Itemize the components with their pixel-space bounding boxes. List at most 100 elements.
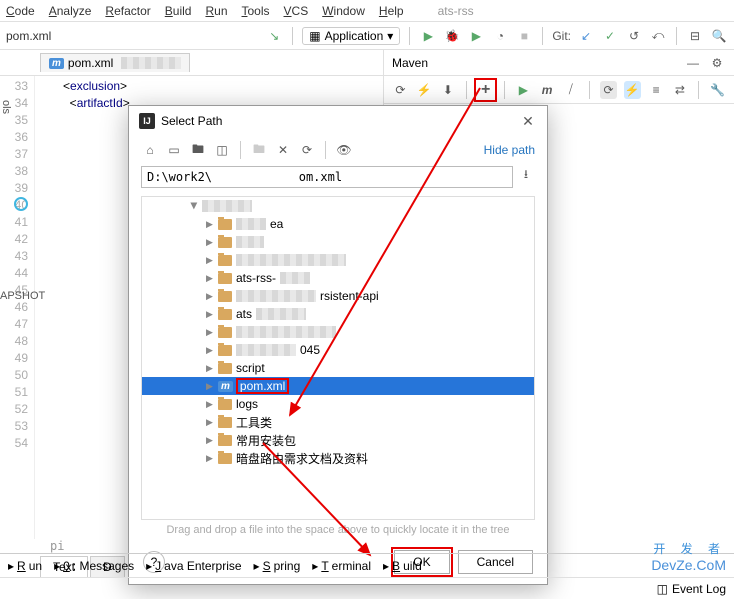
tree-row[interactable]: ▶ea [142,215,534,233]
tree-row[interactable]: ▶ [142,251,534,269]
folder-icon [218,345,232,356]
select-path-dialog: IJ Select Path ✕ ⌂ ▭ 🖿 ◫ 🖿 ✕ ⟳ 👁 Hide pa… [128,105,548,585]
maven-toolbar: ⟳ ⚡ ⬇ + ▶ m ⧸ ⟳ ⚡ ≡ ⇄ 🔧 [384,76,734,104]
tree-row[interactable]: ▶rsistent-api [142,287,534,305]
menu-run[interactable]: Run [205,4,227,18]
history-dropdown-icon[interactable]: ⭳ [517,166,535,184]
tree-row[interactable]: ▶常用安装包 [142,431,534,449]
cycle-icon[interactable]: ⟳ [600,81,617,99]
tree-row[interactable]: ▶045 [142,341,534,359]
file-tree[interactable]: ▶▶ea▶▶▶ats-rss-▶rsistent-api▶ats▶▶045▶sc… [141,196,535,520]
pixelated-region [236,254,346,266]
tree-label: script [236,361,265,375]
folder-icon [218,327,232,338]
bottom-tab-java-enterprise[interactable]: ▸Java Enterprise [146,559,241,573]
collapse-icon[interactable]: ≡ [648,81,665,99]
file-tab-label: pom.xml [68,56,113,70]
debug-icon[interactable]: 🐞 [443,27,461,45]
dialog-title: Select Path [161,114,222,128]
m-icon[interactable]: m [539,81,556,99]
tree-label: 工具类 [236,414,272,431]
generate-icon[interactable]: ⚡ [416,81,433,99]
tree-row[interactable]: ▶工具类 [142,413,534,431]
run-maven-icon[interactable]: ▶ [515,81,532,99]
bottom-tab-terminal[interactable]: ▸Terminal [312,559,371,573]
coverage-icon[interactable]: ▶ [467,27,485,45]
add-maven-project-icon[interactable]: + [477,81,494,99]
bottom-tab-build[interactable]: ▸Build [383,559,422,573]
git-commit-icon[interactable]: ✓ [601,27,619,45]
hammer-icon[interactable]: ↘ [265,27,283,45]
menu-analyze[interactable]: Analyze [49,4,92,18]
gear-icon[interactable]: ⚙ [708,54,726,72]
menu-vcs[interactable]: VCS [284,4,309,18]
event-log-icon: ◫ [657,582,668,596]
expand-icon[interactable]: ⇄ [671,81,688,99]
folder-icon [218,399,232,410]
tree-label: ats [236,307,252,321]
tree-row[interactable]: ▶ [142,323,534,341]
close-icon[interactable]: ✕ [519,112,537,130]
run-config-select[interactable]: ▦ Application ▾ [302,27,400,45]
desktop-icon[interactable]: ▭ [165,141,183,159]
git-update-icon[interactable]: ↙ [577,27,595,45]
maven-file-icon: m [49,58,64,69]
tree-row[interactable]: ▶logs [142,395,534,413]
tree-row[interactable]: ▶ [142,233,534,251]
tab-icon: ▸ [383,559,389,573]
module-icon[interactable]: ◫ [213,141,231,159]
pixelated-region [236,326,336,338]
git-revert-icon[interactable]: ⤺ [649,27,667,45]
refresh-dialog-icon[interactable]: ⟳ [298,141,316,159]
git-history-icon[interactable]: ↺ [625,27,643,45]
tree-row[interactable]: ▶暗盘路由需求文档及资料 [142,449,534,467]
file-tab-pom[interactable]: m pom.xml [40,53,190,72]
tree-row-selected[interactable]: ▶mpom.xml [142,377,534,395]
tree-label-suffix: rsistent-api [320,289,379,303]
main-toolbar: pom.xml ↘ ▦ Application ▾ ▶ 🐞 ▶ ◔ ■ Git:… [0,22,734,50]
stop-icon[interactable]: ■ [515,27,533,45]
menu-window[interactable]: Window [322,4,365,18]
drag-hint: Drag and drop a file into the space abov… [129,520,547,540]
bottom-tab-spring[interactable]: ▸Spring [254,559,301,573]
tree-row[interactable]: ▶ats [142,305,534,323]
new-folder-icon[interactable]: 🖿 [250,141,268,159]
folder-icon [218,291,232,302]
tree-row[interactable]: ▶script [142,359,534,377]
profile-icon[interactable]: ◔ [491,27,509,45]
menu-refactor[interactable]: Refactor [105,4,150,18]
search-icon[interactable]: 🔍 [710,27,728,45]
pixelated-region [236,344,296,356]
toggle-skip-icon[interactable]: ⧸ [562,81,579,99]
download-icon[interactable]: ⬇ [440,81,457,99]
event-log-link[interactable]: ◫ Event Log [657,582,726,596]
maven-title: Maven [392,56,428,70]
menu-build[interactable]: Build [165,4,192,18]
tree-row[interactable]: ▶ats-rss- [142,269,534,287]
left-cut-label2: APSHOT [0,290,45,302]
show-hidden-icon[interactable]: 👁 [335,141,353,159]
tree-row[interactable]: ▶ [142,197,534,215]
run-icon[interactable]: ▶ [419,27,437,45]
pixelated-region [280,272,310,284]
project-icon[interactable]: 🖿 [189,141,207,159]
menu-tools[interactable]: Tools [242,4,270,18]
refresh-icon[interactable]: ⟳ [392,81,409,99]
settings-icon[interactable]: 🔧 [709,81,726,99]
bottom-tab-run[interactable]: ▸Run [8,559,42,573]
intellij-icon: IJ [139,113,155,129]
structure-icon[interactable]: ⊟ [686,27,704,45]
folder-icon [218,453,232,464]
menu-help[interactable]: Help [379,4,404,18]
hide-icon[interactable]: — [684,54,702,72]
path-input[interactable] [141,166,513,188]
offline-icon[interactable]: ⚡ [624,81,641,99]
delete-icon[interactable]: ✕ [274,141,292,159]
breadcrumb[interactable]: pom.xml [6,29,265,43]
tab-icon: ▸ [254,559,260,573]
bottom-tab-0--messages[interactable]: ▸0: Messages [54,559,134,573]
pixelated-region [256,308,306,320]
menu-code[interactable]: Code [6,4,35,18]
home-icon[interactable]: ⌂ [141,141,159,159]
hide-path-link[interactable]: Hide path [484,143,535,157]
